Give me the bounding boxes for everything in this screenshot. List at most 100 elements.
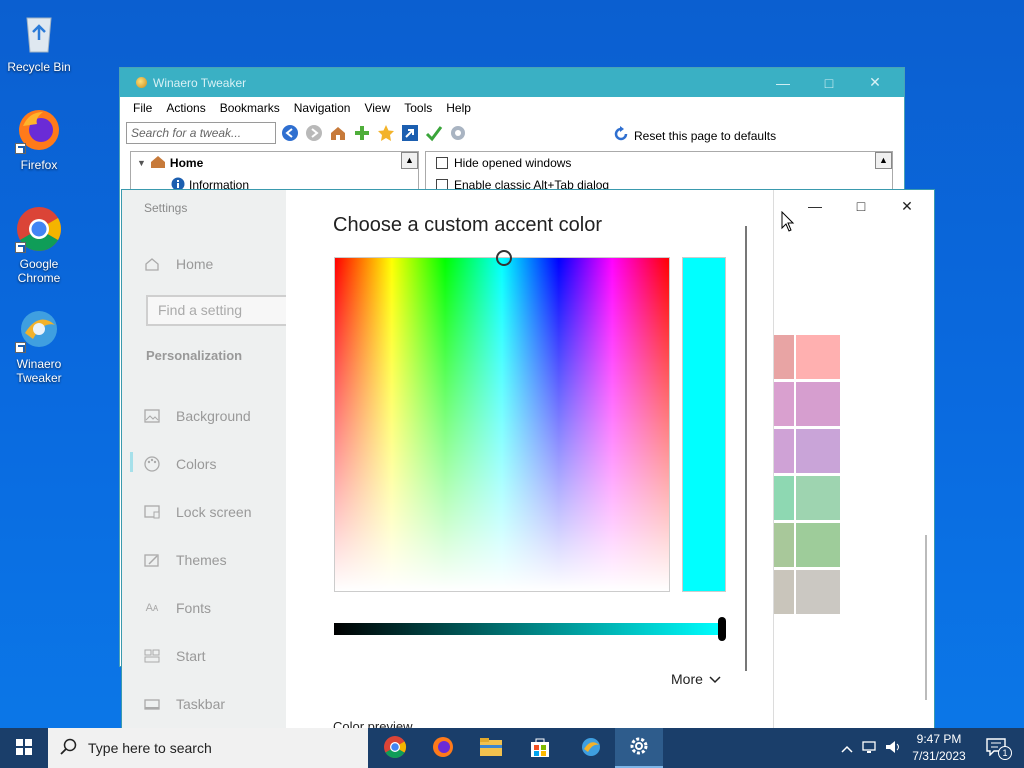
menu-file[interactable]: File [126,101,159,115]
color-picker-cursor[interactable] [496,250,512,266]
nav-home[interactable]: Home [144,256,213,272]
nav-start[interactable]: Start [144,648,206,664]
back-icon[interactable] [280,123,300,143]
accent-color-swatch[interactable] [774,382,794,426]
nav-taskbar[interactable]: Taskbar [144,696,225,712]
chevron-down-icon [709,671,721,687]
desktop-icon-firefox[interactable]: Firefox [1,106,77,172]
forward-icon[interactable] [304,123,324,143]
add-bookmark-icon[interactable] [352,123,372,143]
recycle-bin-icon [15,8,63,56]
dialog-heading: Choose a custom accent color [333,214,603,236]
minimize-button[interactable]: — [760,68,806,97]
taskbar-firefox[interactable] [419,728,467,768]
brightness-slider-track[interactable] [334,623,722,635]
desktop-icon-label: Winaero Tweaker [16,357,62,385]
accent-color-swatch[interactable] [796,335,840,379]
reset-label: Reset this page to defaults [634,128,777,143]
nav-themes[interactable]: Themes [144,552,227,568]
accent-color-swatch[interactable] [774,570,794,614]
checkbox[interactable] [436,157,448,169]
network-icon [862,739,880,758]
apply-check-icon[interactable] [424,123,444,143]
tree-item-label: Home [169,156,204,170]
menu-help[interactable]: Help [439,101,478,115]
lock-screen-icon [144,505,160,519]
taskbar-winaero[interactable] [567,728,615,768]
accent-color-swatch[interactable] [796,476,840,520]
tree-item-home[interactable]: ▼ Home [131,152,418,174]
start-button[interactable] [0,728,48,768]
brightness-slider-thumb[interactable] [718,617,726,641]
home-icon[interactable] [328,123,348,143]
accent-color-swatch[interactable] [796,523,840,567]
menu-tools[interactable]: Tools [397,101,439,115]
action-center-button[interactable]: 1 [978,728,1014,768]
tweak-search-input[interactable]: Search for a tweak... [126,122,276,144]
scroll-up-button[interactable]: ▲ [401,152,418,169]
winaero-app-icon [136,77,147,88]
accent-color-swatch[interactable] [774,523,794,567]
nav-fonts[interactable]: Aᴀ Fonts [144,600,211,616]
taskbar-chrome[interactable] [371,728,419,768]
menu-bookmarks[interactable]: Bookmarks [213,101,287,115]
scroll-up-button[interactable]: ▲ [875,152,892,169]
nav-label: Start [176,648,206,664]
menu-actions[interactable]: Actions [159,101,212,115]
page-scrollbar[interactable] [925,535,927,700]
maximize-button[interactable]: □ [838,190,884,222]
menu-view[interactable]: View [357,101,397,115]
menu-bar: File Actions Bookmarks Navigation View T… [120,97,904,119]
close-button[interactable]: ✕ [884,190,930,222]
accent-color-swatch[interactable] [796,570,840,614]
desktop-icon-label: Google Chrome [17,257,61,285]
settings-gear-icon[interactable] [448,123,468,143]
option-hide-opened-windows[interactable]: Hide opened windows [426,152,892,174]
themes-icon [144,553,160,567]
more-button[interactable]: More [671,671,721,687]
taskbar-store[interactable] [516,728,564,768]
accent-color-swatch[interactable] [774,335,794,379]
accent-color-swatch[interactable] [796,429,840,473]
clock[interactable]: 9:47 PM 7/31/2023 [905,731,973,765]
desktop-icon-recycle-bin[interactable]: Recycle Bin [1,8,77,74]
chrome-icon [15,205,63,253]
accent-color-swatch[interactable] [774,429,794,473]
taskbar-search-box[interactable]: Type here to search [48,728,368,768]
nav-background[interactable]: Background [144,408,251,424]
clock-date: 7/31/2023 [912,749,966,763]
settings-app-title: Settings [144,201,188,215]
chevron-up-icon [841,741,853,756]
shortcut-icon[interactable] [400,123,420,143]
find-setting-input[interactable]: Find a setting [146,295,288,326]
taskbar: Type here to search 9:47 PM 7/31/2023 1 [0,728,1024,768]
maximize-button[interactable]: □ [806,68,852,97]
show-hidden-icons-button[interactable] [838,728,856,768]
accent-color-swatch[interactable] [774,476,794,520]
desktop-icon-winaero-tweaker[interactable]: Winaero Tweaker [1,305,77,385]
store-icon [529,736,551,761]
dialog-scrollbar[interactable] [745,226,747,671]
firefox-icon [15,106,63,154]
mouse-pointer-icon [781,210,795,236]
volume-button[interactable] [884,728,904,768]
reset-page-button[interactable]: Reset this page to defaults [612,125,776,146]
close-button[interactable]: ✕ [852,68,898,97]
bookmarks-star-icon[interactable] [376,123,396,143]
minimize-button[interactable]: — [792,190,838,222]
palette-icon [144,456,160,472]
accent-color-swatch[interactable] [796,382,840,426]
color-spectrum-picker[interactable] [334,250,670,592]
network-button[interactable] [860,728,882,768]
nav-lock-screen[interactable]: Lock screen [144,504,251,520]
notification-icon: 1 [986,737,1012,760]
volume-icon [885,739,903,758]
taskbar-file-explorer[interactable] [467,728,515,768]
desktop-icon-google-chrome[interactable]: Google Chrome [1,205,77,285]
taskbar-settings[interactable] [615,728,663,768]
menu-navigation[interactable]: Navigation [287,101,358,115]
settings-gear-icon [628,735,650,760]
taskbar-icon [144,697,160,711]
nav-colors[interactable]: Colors [144,456,216,472]
home-icon [150,155,166,172]
